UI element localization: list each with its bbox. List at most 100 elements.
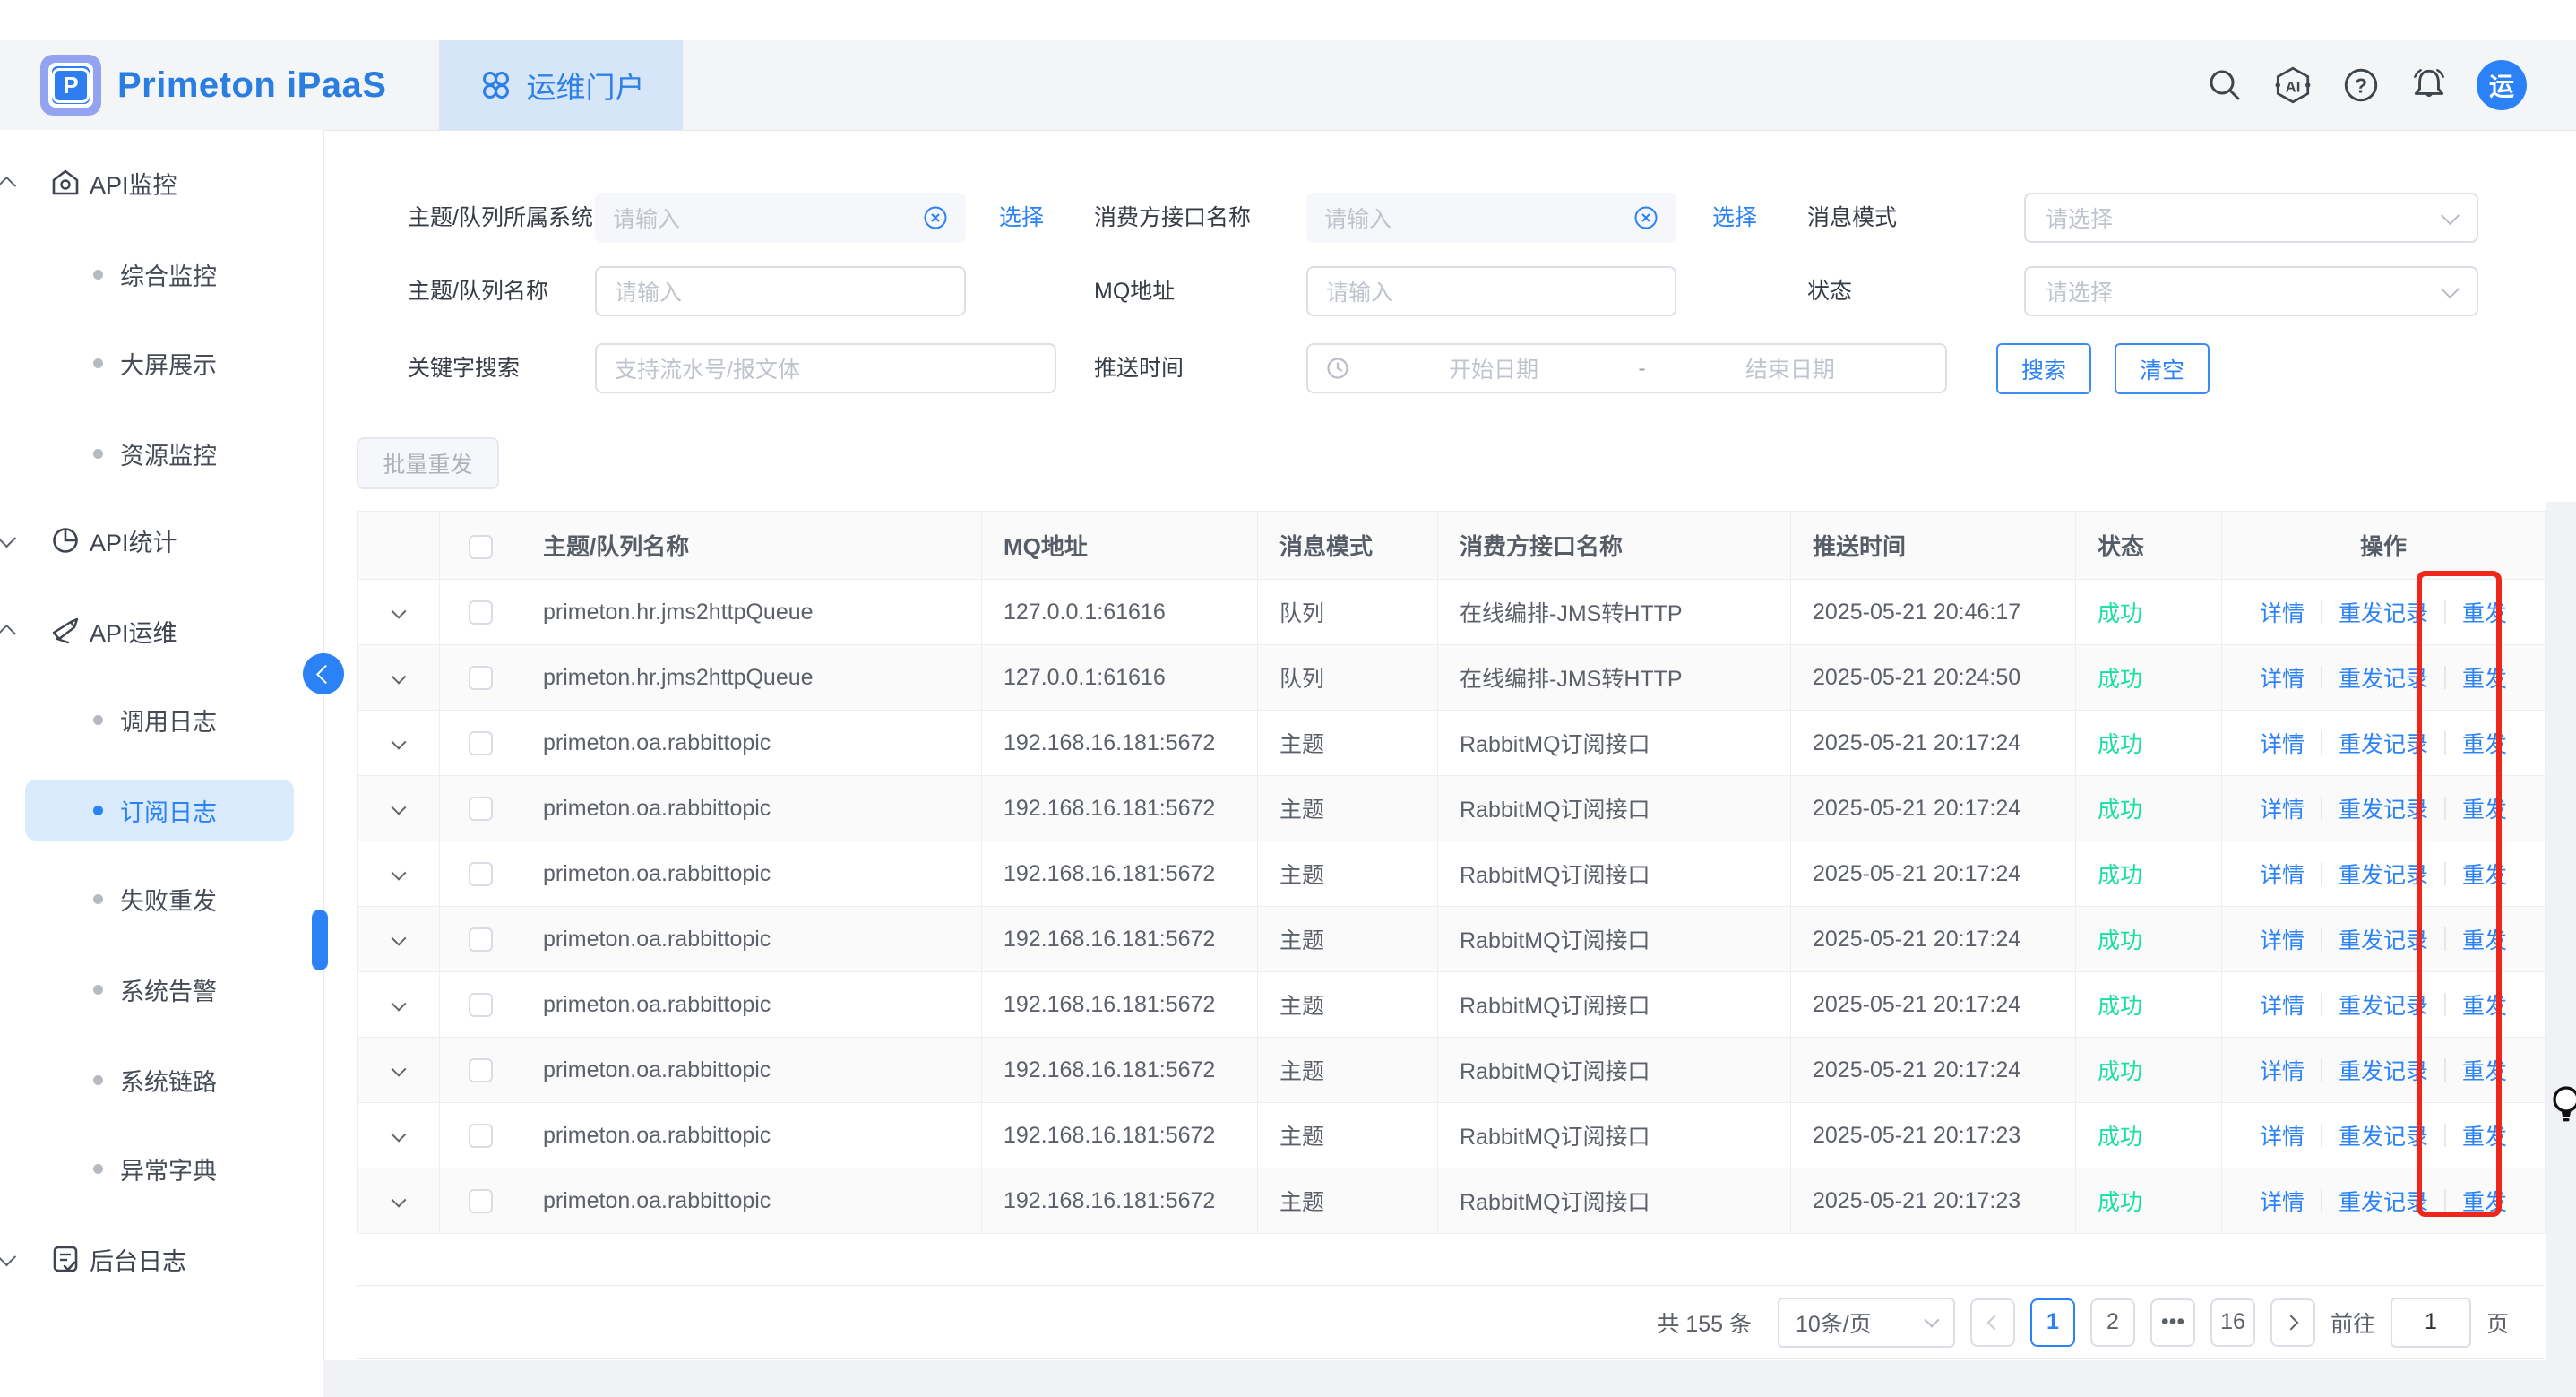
- resend-link[interactable]: 重发: [2446, 792, 2523, 824]
- queue-name-input[interactable]: 请输入: [595, 266, 966, 316]
- detail-link[interactable]: 详情: [2244, 661, 2321, 694]
- sidebar-subitem-系统链路[interactable]: 系统链路: [25, 1049, 294, 1110]
- resend-link[interactable]: 重发: [2446, 923, 2523, 955]
- detail-link[interactable]: 详情: [2244, 727, 2321, 759]
- system-select-link[interactable]: 选择: [999, 193, 1044, 243]
- resend-link[interactable]: 重发: [2446, 988, 2523, 1021]
- detail-link[interactable]: 详情: [2244, 1185, 2321, 1217]
- clear-circle-icon[interactable]: [923, 205, 948, 230]
- push-time-range-picker[interactable]: 开始日期 - 结束日期: [1306, 343, 1947, 393]
- resend-link[interactable]: 重发: [2446, 596, 2523, 628]
- clear-circle-icon[interactable]: [1633, 205, 1658, 230]
- sidebar-subitem-资源监控[interactable]: 资源监控: [25, 423, 294, 484]
- detail-link[interactable]: 详情: [2244, 792, 2321, 824]
- row-expand-chevron-icon[interactable]: [391, 865, 406, 880]
- row-expand-chevron-icon[interactable]: [391, 603, 406, 618]
- page-button-2[interactable]: 2: [2090, 1298, 2135, 1347]
- detail-link[interactable]: 详情: [2244, 988, 2321, 1021]
- row-checkbox[interactable]: [469, 600, 493, 625]
- row-checkbox[interactable]: [469, 1058, 493, 1082]
- detail-link[interactable]: 详情: [2244, 1054, 2321, 1086]
- row-checkbox[interactable]: [469, 862, 493, 886]
- sidebar-item-API统计[interactable]: API统计: [0, 512, 323, 569]
- ai-assistant-icon[interactable]: AI: [2272, 65, 2313, 106]
- next-page-button[interactable]: [2270, 1298, 2315, 1347]
- system-input[interactable]: 请输入: [595, 193, 966, 243]
- resend-link[interactable]: 重发: [2446, 727, 2523, 759]
- page-button-1[interactable]: 1: [2030, 1298, 2075, 1347]
- sidebar-item-API监控[interactable]: API监控: [0, 154, 323, 211]
- sidebar-subitem-调用日志[interactable]: 调用日志: [25, 689, 294, 750]
- sidebar-subitem-订阅日志[interactable]: 订阅日志: [25, 780, 294, 841]
- detail-link[interactable]: 详情: [2244, 858, 2321, 890]
- sidebar-subitem-系统告警[interactable]: 系统告警: [25, 959, 294, 1020]
- sidebar-item-API运维[interactable]: API运维: [0, 602, 323, 660]
- search-icon[interactable]: [2204, 65, 2245, 106]
- clock-icon: [1326, 357, 1349, 380]
- select-all-checkbox[interactable]: [469, 535, 493, 559]
- mq-addr-input[interactable]: 请输入: [1306, 266, 1676, 316]
- cell-push-time: 2025-05-21 20:24:50: [1791, 645, 2076, 711]
- bullet-icon: [93, 270, 103, 280]
- mode-select[interactable]: 请选择: [2024, 193, 2478, 243]
- resend-record-link[interactable]: 重发记录: [2322, 1054, 2444, 1086]
- row-checkbox[interactable]: [469, 797, 493, 821]
- row-checkbox[interactable]: [469, 666, 493, 690]
- row-expand-chevron-icon[interactable]: [391, 668, 406, 684]
- row-checkbox[interactable]: [469, 731, 493, 755]
- row-expand-chevron-icon[interactable]: [391, 1126, 406, 1142]
- batch-resend-button[interactable]: 批量重发: [357, 437, 499, 489]
- consumer-input[interactable]: 请输入: [1306, 193, 1676, 243]
- sidebar-item-后台日志[interactable]: 后台日志: [0, 1230, 323, 1288]
- sidebar-subitem-失败重发[interactable]: 失败重发: [25, 868, 294, 929]
- page-ellipsis-button[interactable]: •••: [2150, 1298, 2195, 1347]
- resend-record-link[interactable]: 重发记录: [2322, 988, 2444, 1021]
- table-row: primeton.oa.rabbittopic192.168.16.181:56…: [358, 1103, 2546, 1168]
- resend-link[interactable]: 重发: [2446, 1119, 2523, 1151]
- row-expand-chevron-icon[interactable]: [391, 996, 406, 1011]
- row-checkbox[interactable]: [469, 993, 493, 1017]
- resend-record-link[interactable]: 重发记录: [2322, 858, 2444, 890]
- sidebar-subitem-大屏展示[interactable]: 大屏展示: [25, 332, 294, 393]
- tab-ops-portal[interactable]: 运维门户: [439, 40, 683, 130]
- detail-link[interactable]: 详情: [2244, 923, 2321, 955]
- resend-link[interactable]: 重发: [2446, 1185, 2523, 1217]
- page-size-select[interactable]: 10条/页: [1778, 1298, 1955, 1348]
- detail-link[interactable]: 详情: [2244, 1119, 2321, 1151]
- status-select[interactable]: 请选择: [2024, 266, 2478, 316]
- sidebar-collapse-button[interactable]: [303, 653, 344, 694]
- resend-link[interactable]: 重发: [2446, 858, 2523, 890]
- bell-icon[interactable]: [2408, 65, 2450, 106]
- row-expand-chevron-icon[interactable]: [391, 930, 406, 945]
- goto-page-input[interactable]: 1: [2391, 1298, 2471, 1348]
- prev-page-button[interactable]: [1970, 1298, 2015, 1347]
- clear-button[interactable]: 清空: [2115, 343, 2210, 394]
- resend-record-link[interactable]: 重发记录: [2322, 792, 2444, 824]
- help-icon[interactable]: ?: [2340, 65, 2382, 106]
- sidebar-subitem-综合监控[interactable]: 综合监控: [25, 244, 294, 305]
- row-expand-chevron-icon[interactable]: [391, 799, 406, 815]
- row-checkbox[interactable]: [469, 1124, 493, 1148]
- row-checkbox[interactable]: [469, 1189, 493, 1213]
- resend-record-link[interactable]: 重发记录: [2322, 1119, 2444, 1151]
- resend-record-link[interactable]: 重发记录: [2322, 923, 2444, 955]
- resend-link[interactable]: 重发: [2446, 1054, 2523, 1086]
- keyword-input[interactable]: 支持流水号/报文体: [595, 343, 1056, 393]
- hint-lightbulb-icon[interactable]: [2549, 1084, 2576, 1131]
- resend-record-link[interactable]: 重发记录: [2322, 727, 2444, 759]
- row-expand-chevron-icon[interactable]: [391, 1192, 406, 1207]
- detail-link[interactable]: 详情: [2244, 596, 2321, 628]
- row-expand-chevron-icon[interactable]: [391, 1061, 406, 1076]
- resend-link[interactable]: 重发: [2446, 661, 2523, 694]
- resend-record-link[interactable]: 重发记录: [2322, 661, 2444, 694]
- sidebar-subitem-异常字典[interactable]: 异常字典: [25, 1138, 294, 1199]
- row-expand-chevron-icon[interactable]: [391, 734, 406, 749]
- search-button[interactable]: 搜索: [1996, 343, 2091, 394]
- row-checkbox[interactable]: [469, 927, 493, 952]
- page-button-16[interactable]: 16: [2210, 1298, 2255, 1347]
- resend-record-link[interactable]: 重发记录: [2322, 1185, 2444, 1217]
- resend-record-link[interactable]: 重发记录: [2322, 596, 2444, 628]
- user-avatar[interactable]: 运: [2477, 60, 2527, 110]
- expand-column-header: [358, 512, 440, 580]
- consumer-select-link[interactable]: 选择: [1712, 193, 1757, 243]
